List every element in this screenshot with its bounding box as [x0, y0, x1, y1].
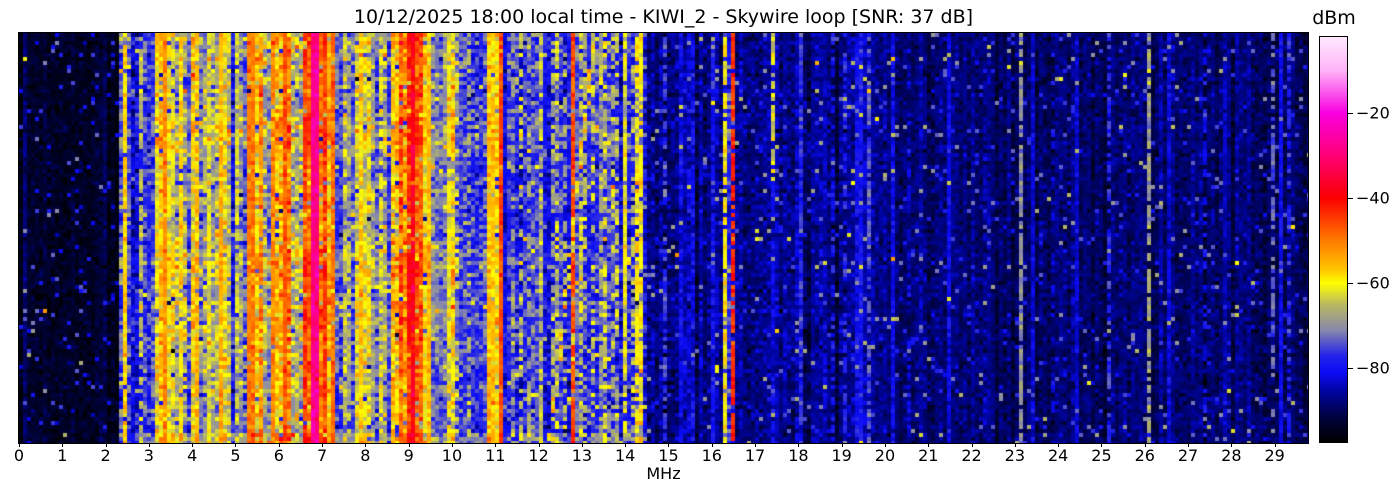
x-tick-label: 27 [1177, 446, 1199, 465]
x-tick-label: 29 [1264, 446, 1285, 465]
spectrogram-canvas [19, 33, 1308, 443]
colorbar [1319, 36, 1348, 443]
x-tick-label: 1 [57, 446, 68, 465]
x-tick-label: 22 [961, 446, 982, 465]
x-tick-label: 14 [614, 446, 636, 465]
x-tick-label: 13 [571, 446, 593, 465]
colorbar-tick-label: −40 [1356, 188, 1390, 208]
x-tick-label: 12 [528, 446, 549, 465]
x-tick-label: 8 [360, 446, 371, 465]
spectrogram-plot [18, 32, 1309, 444]
x-tick-label: 10 [441, 446, 463, 465]
x-tick-label: 15 [658, 446, 679, 465]
colorbar-tick [1348, 113, 1353, 115]
x-tick-label: 20 [874, 446, 896, 465]
x-tick-label: 0 [13, 446, 25, 465]
x-tick-label: 17 [744, 446, 766, 465]
x-tick-label: 11 [485, 446, 506, 465]
colorbar-tick-label: −80 [1356, 358, 1390, 378]
x-tick-label: 19 [831, 446, 852, 465]
x-tick-label: 21 [918, 446, 939, 465]
x-tick-label: 9 [403, 446, 414, 465]
x-tick-label: 24 [1047, 446, 1069, 465]
x-axis-label: MHz [646, 464, 681, 483]
colorbar-label: dBm [1312, 7, 1356, 29]
x-tick-label: 3 [143, 446, 154, 465]
x-tick-label: 18 [788, 446, 809, 465]
x-tick-label: 28 [1221, 446, 1242, 465]
x-tick-label: 23 [1004, 446, 1026, 465]
x-tick-label: 6 [273, 446, 284, 465]
colorbar-tick [1348, 198, 1353, 200]
x-tick-label: 4 [187, 446, 198, 465]
x-tick-label: 2 [100, 446, 111, 465]
x-tick-label: 5 [230, 446, 241, 465]
x-tick-label: 25 [1091, 446, 1112, 465]
chart-title: 10/12/2025 18:00 local time - KIWI_2 - S… [353, 6, 974, 28]
x-tick-label: 26 [1134, 446, 1155, 465]
colorbar-tick [1348, 368, 1353, 370]
x-tick-label: 7 [316, 446, 328, 465]
colorbar-tick-label: −60 [1356, 273, 1390, 293]
colorbar-tick-label: −20 [1356, 103, 1390, 123]
spectrogram-figure: 10/12/2025 18:00 local time - KIWI_2 - S… [0, 0, 1400, 500]
x-tick-label: 16 [701, 446, 722, 465]
colorbar-tick [1348, 283, 1353, 285]
